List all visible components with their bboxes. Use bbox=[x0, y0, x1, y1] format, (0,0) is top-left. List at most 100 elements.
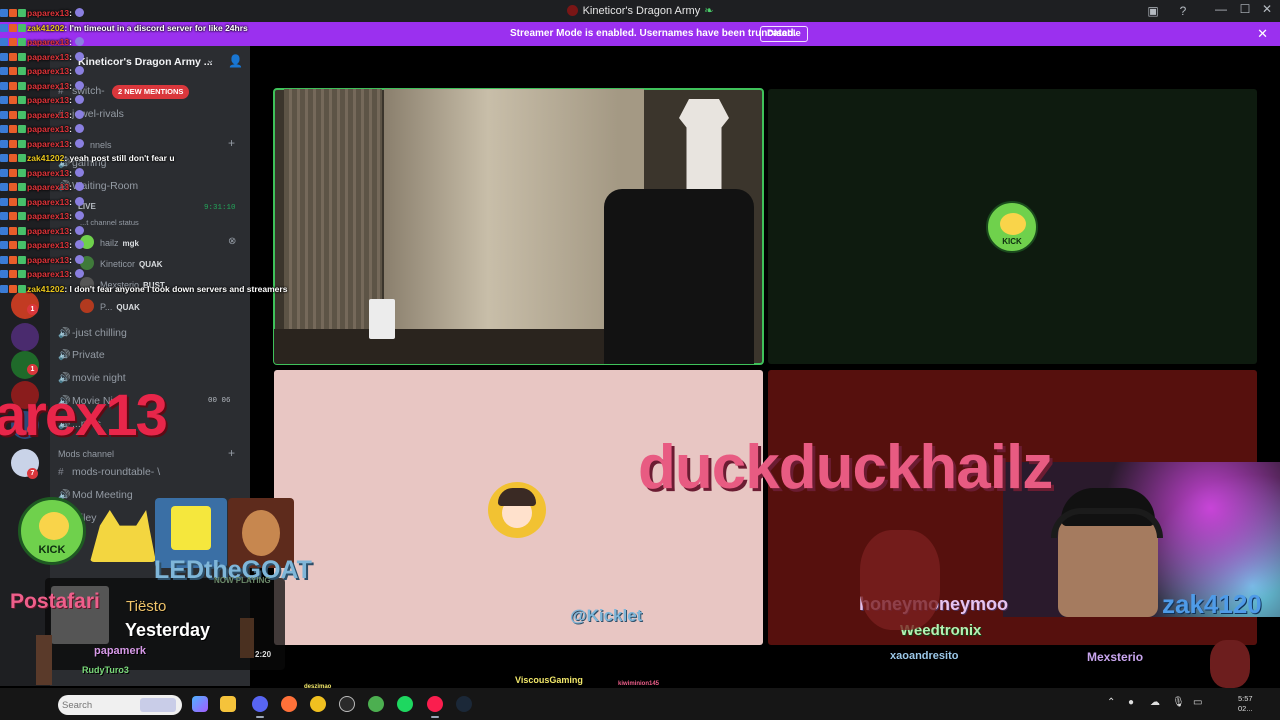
pixel-monster bbox=[1210, 640, 1250, 688]
avatar-tile-girl[interactable] bbox=[274, 370, 763, 645]
discord-icon[interactable] bbox=[252, 696, 268, 712]
server-icon bbox=[566, 5, 578, 16]
chat-badge-icon bbox=[0, 154, 8, 162]
chat-badge-icon bbox=[9, 139, 17, 148]
obs-icon[interactable] bbox=[339, 696, 355, 712]
voice-user-name: P... bbox=[100, 302, 113, 312]
chrome-canary-icon[interactable] bbox=[310, 696, 326, 712]
chat-username: paparex13 bbox=[27, 8, 70, 18]
server-icon-2[interactable] bbox=[11, 323, 39, 351]
chat-line: paparex13: bbox=[0, 225, 270, 241]
opera-gx-icon[interactable] bbox=[427, 696, 443, 712]
inbox-icon[interactable]: ▣ bbox=[1145, 3, 1161, 19]
chat-badge-icon bbox=[18, 125, 26, 133]
chat-username: paparex13 bbox=[27, 37, 70, 47]
tray-app-icon[interactable]: ● bbox=[1128, 697, 1134, 708]
duck-kick-avatar: KICK bbox=[986, 201, 1038, 253]
emote-icon bbox=[74, 196, 84, 206]
kick-label: KICK bbox=[38, 544, 66, 556]
channel-just-chilling[interactable]: 🔊 -just chilling bbox=[58, 324, 127, 342]
chat-message: : I don't fear anyone I took down server… bbox=[64, 283, 288, 294]
chat-line: paparex13: bbox=[0, 196, 270, 212]
pixel-character bbox=[36, 635, 52, 685]
chat-message: : bbox=[69, 167, 72, 178]
category-mods-channel[interactable]: Mods channel bbox=[58, 449, 114, 459]
xaoandresito-name: xaoandresito bbox=[890, 650, 959, 662]
chat-line: paparex13: bbox=[0, 240, 270, 255]
chat-line: paparex13: bbox=[0, 167, 270, 183]
voice-user-p[interactable]: P... QUAK bbox=[80, 298, 140, 316]
chat-badge-icon bbox=[9, 110, 17, 119]
alert-duckduckhailz: duckduckhailz bbox=[638, 433, 1053, 502]
chat-badge-icon bbox=[9, 183, 17, 191]
channel-name: Mod Meeting bbox=[72, 489, 133, 501]
network-icon[interactable]: ▭ bbox=[1193, 697, 1202, 708]
firefox-icon[interactable] bbox=[281, 696, 297, 712]
emote-icon bbox=[74, 8, 84, 17]
camera-tile[interactable] bbox=[273, 88, 764, 365]
chat-username: paparex13 bbox=[27, 109, 70, 120]
channel-name: -just chilling bbox=[72, 327, 127, 339]
steam-icon[interactable] bbox=[456, 696, 472, 712]
copilot-icon[interactable] bbox=[192, 696, 208, 712]
chat-badge-icon bbox=[9, 255, 17, 264]
taskbar-search[interactable] bbox=[58, 695, 182, 715]
minimize-button[interactable]: — bbox=[1211, 2, 1231, 16]
speaker-icon: 🔊 bbox=[58, 350, 71, 361]
chat-badge-icon bbox=[0, 23, 8, 32]
chat-username: paparex13 bbox=[27, 240, 70, 250]
channel-private[interactable]: 🔊 Private bbox=[58, 346, 105, 364]
chat-line: paparex13: bbox=[0, 8, 270, 23]
emote-icon bbox=[74, 182, 84, 191]
chat-line: paparex13: bbox=[0, 66, 270, 81]
portrait-face bbox=[242, 510, 280, 556]
taskbar-clock[interactable]: 5:57 02... bbox=[1238, 694, 1253, 714]
pixel-monster bbox=[860, 530, 940, 630]
chat-badge-icon bbox=[9, 67, 17, 75]
text-channel-icon: # bbox=[58, 467, 64, 478]
chrome-icon[interactable] bbox=[368, 696, 384, 712]
chat-badge-icon bbox=[18, 154, 26, 162]
channel-mods-roundtable[interactable]: # mods-roundtable- \ bbox=[58, 463, 160, 481]
disable-streamer-mode-button[interactable]: Disable bbox=[760, 26, 808, 42]
tray-chevron-icon[interactable]: ⌃ bbox=[1107, 697, 1115, 708]
chat-message: : bbox=[69, 138, 72, 149]
chat-username: paparex13 bbox=[27, 80, 70, 91]
chat-badge-icon bbox=[9, 23, 17, 32]
chat-username: paparex13 bbox=[27, 182, 70, 192]
emote-icon bbox=[74, 124, 84, 133]
avatar-tile-duck[interactable]: KICK bbox=[768, 89, 1257, 364]
search-input[interactable] bbox=[62, 698, 132, 712]
cup bbox=[369, 299, 395, 339]
chat-message: : bbox=[69, 182, 72, 192]
chat-message: : bbox=[69, 211, 72, 221]
spotify-icon[interactable] bbox=[397, 696, 413, 712]
channel-name: Private bbox=[72, 349, 105, 361]
avatar-kick-label: KICK bbox=[1002, 237, 1022, 246]
chat-badge-icon bbox=[9, 168, 17, 177]
onedrive-icon[interactable]: ☁ bbox=[1150, 697, 1160, 708]
help-icon[interactable]: ? bbox=[1175, 3, 1191, 19]
microphone-icon[interactable]: 🎙 bbox=[1172, 697, 1185, 708]
chat-badge-icon bbox=[18, 183, 26, 191]
emote-icon bbox=[74, 254, 84, 264]
file-explorer-icon[interactable] bbox=[220, 696, 236, 712]
chat-badge-icon bbox=[18, 96, 26, 104]
chat-message: : bbox=[69, 80, 72, 91]
rudy-name: RudyTuro3 bbox=[82, 665, 129, 675]
maximize-button[interactable]: ☐ bbox=[1235, 2, 1255, 16]
chat-message: : bbox=[69, 109, 72, 120]
chat-username: paparex13 bbox=[27, 254, 70, 265]
chat-badge-icon bbox=[0, 67, 8, 75]
search-highlight-art bbox=[140, 698, 176, 712]
chat-badge-icon bbox=[18, 212, 26, 220]
close-window-button[interactable]: ✕ bbox=[1257, 2, 1277, 16]
chat-badge-icon bbox=[0, 284, 8, 293]
postafari-name: Postafari bbox=[10, 590, 100, 613]
close-banner-icon[interactable]: ✕ bbox=[1257, 26, 1268, 42]
chat-username: paparex13 bbox=[27, 211, 70, 221]
server-badge: 7 bbox=[27, 468, 38, 479]
anime-girl-avatar bbox=[488, 482, 546, 538]
add-channel-icon[interactable]: + bbox=[228, 446, 235, 460]
pixel-character bbox=[240, 618, 254, 658]
